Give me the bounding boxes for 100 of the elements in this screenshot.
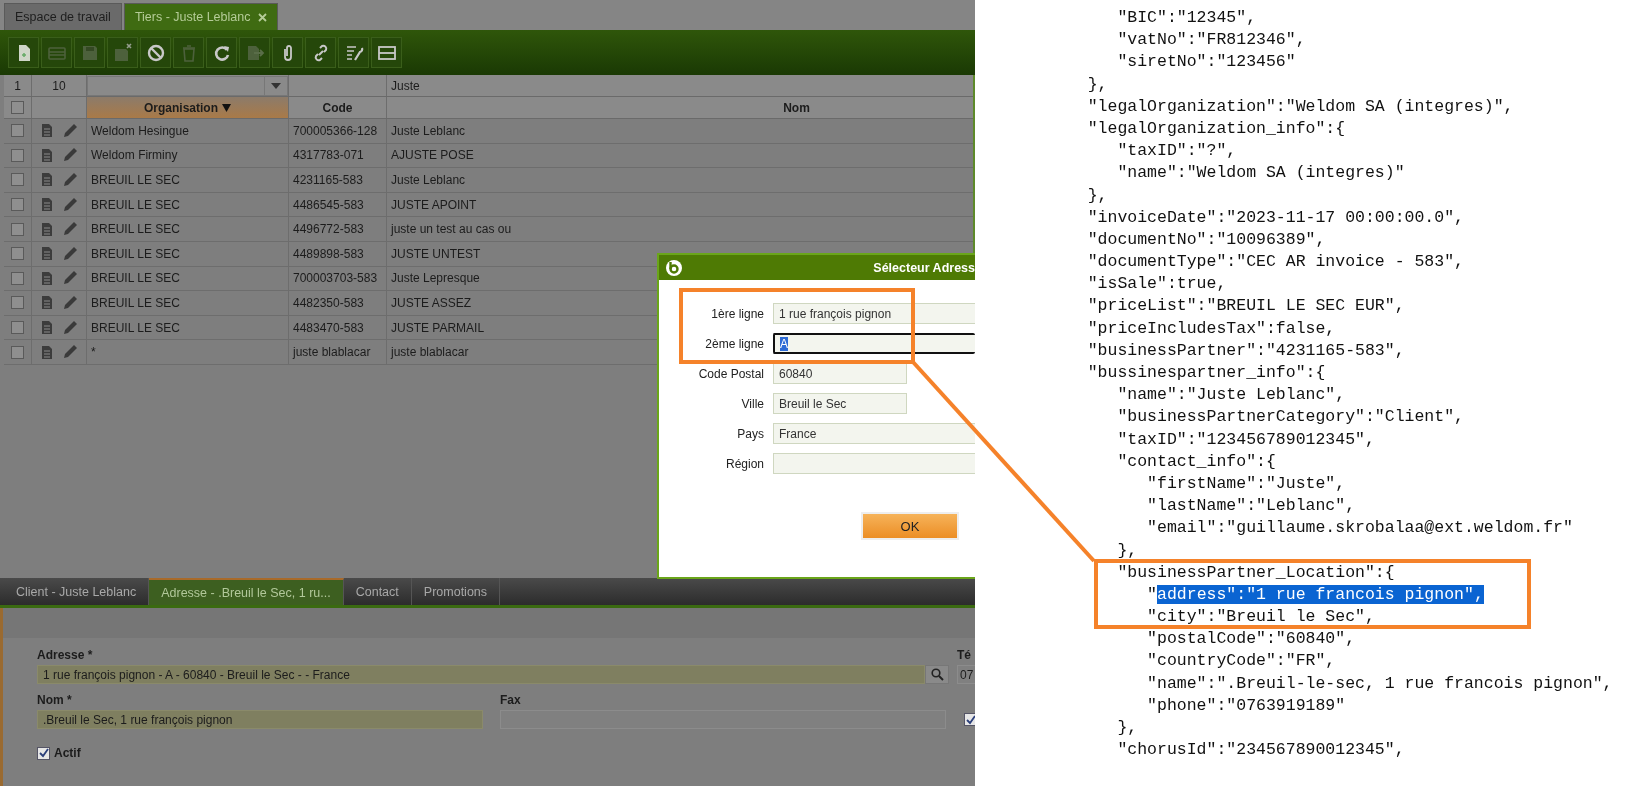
table-cell: * [91, 345, 96, 360]
field-label: Pays [736, 426, 764, 441]
document-icon[interactable] [40, 246, 53, 262]
checkbox[interactable] [11, 321, 24, 335]
code-line: "invoiceDate":"2023-11-17 00:00:00.0", [1086, 206, 1465, 229]
pencil-icon[interactable] [61, 319, 78, 336]
table-cell: 4489898-583 [293, 246, 364, 261]
text-field[interactable]: Breuil le Sec [773, 393, 907, 414]
table-cell: Weldom Firminy [91, 148, 178, 163]
toolbar-button[interactable] [140, 37, 171, 68]
table-cell: 4482350-583 [293, 295, 364, 310]
checkbox[interactable] [11, 198, 24, 212]
code-line: "firstName":"Juste", [1146, 472, 1347, 495]
checkbox[interactable] [11, 271, 24, 285]
toolbar-button[interactable] [272, 37, 303, 68]
checkbox-label: Actif [54, 746, 81, 760]
search-button[interactable] [925, 665, 949, 684]
code-line: "postalCode":"60840", [1146, 628, 1357, 651]
table-cell: BREUIL LE SEC [91, 173, 180, 187]
filter-field[interactable]: Juste [391, 78, 420, 93]
checkbox[interactable] [11, 148, 24, 162]
pencil-icon[interactable] [61, 147, 78, 164]
document-icon[interactable] [40, 344, 53, 360]
logo-icon [665, 258, 683, 277]
no-entry-icon [145, 42, 166, 63]
code-line: "vatNo":"FR812346", [1116, 29, 1307, 52]
checkbox[interactable] [11, 124, 24, 138]
pencil-icon[interactable] [61, 196, 78, 213]
document-icon[interactable] [40, 123, 53, 139]
code-line: "businessPartner":"4231165-583", [1086, 339, 1406, 362]
ok-button[interactable]: OK [861, 512, 959, 540]
table-cell: BREUIL LE SEC [91, 295, 180, 310]
text-field[interactable]: 60840 [773, 363, 907, 384]
document-icon[interactable] [40, 172, 53, 188]
table-cell: Weldom Hesingue [91, 123, 189, 138]
tab[interactable]: Promotions [411, 578, 501, 605]
text-field[interactable]: A [773, 333, 975, 354]
document-icon[interactable] [40, 221, 53, 237]
code-line: "bussinespartner_info":{ [1086, 362, 1327, 384]
code-line: "siretNo":"123456" [1116, 51, 1297, 74]
table-cell: juste blablacar [391, 345, 469, 360]
tab[interactable]: Adresse - .Breuil le Sec, 1 ru... [149, 578, 344, 605]
checkbox[interactable] [11, 101, 24, 114]
document-icon[interactable] [40, 295, 53, 311]
text-field[interactable] [773, 453, 975, 474]
field-label: Ville [740, 396, 764, 411]
code-line: "city":"Breuil le Sec", [1146, 606, 1376, 629]
table-cell: 4231165-583 [293, 173, 363, 187]
pencil-icon[interactable] [61, 270, 78, 287]
dialog-title: Sélecteur Adress [873, 260, 975, 275]
sort-icon [222, 103, 231, 112]
field-label: 2ème ligne [704, 336, 764, 351]
text-field[interactable]: 1 rue françois pignon [773, 303, 975, 324]
pencil-icon[interactable] [61, 122, 78, 139]
table-cell: 4483470-583 [293, 320, 364, 335]
document-icon[interactable] [40, 270, 53, 286]
code-line: "taxID":"123456789012345", [1116, 428, 1376, 451]
code-line: "taxID":"?", [1116, 140, 1238, 163]
document-icon[interactable] [40, 147, 53, 163]
code-line: "email":"guillaume.skrobalaa@ext.weldom.fr" [1146, 517, 1574, 540]
table-cell: 700005366-128 [293, 123, 378, 138]
checkbox[interactable] [11, 296, 24, 310]
table-cell: JUSTE APOINT [391, 197, 477, 212]
document-icon[interactable] [40, 197, 53, 213]
toolbar-button[interactable] [206, 37, 237, 68]
tab[interactable]: Espace de travail [4, 3, 122, 30]
code-line: "contact_info":{ [1116, 450, 1277, 473]
checkbox[interactable] [11, 345, 24, 359]
checkbox[interactable] [37, 746, 50, 760]
address-field[interactable]: 1 rue françois pignon - A - 60840 - Breuil le Sec - - France [37, 665, 925, 684]
column-header[interactable]: Code [289, 97, 387, 118]
pencil-icon[interactable] [61, 245, 78, 262]
table-cell: JUSTE PARMAIL [391, 320, 485, 335]
code-line: "documentType":"CEC AR invoice - 583", [1086, 251, 1465, 274]
code-line: "name":"Weldom SA (integres)" [1116, 162, 1406, 185]
pencil-icon[interactable] [61, 344, 78, 361]
tab[interactable]: Tiers - Juste Leblanc [123, 3, 279, 30]
field-label: Code Postal [697, 366, 764, 381]
close-icon[interactable] [258, 12, 268, 22]
tab[interactable]: Contact [343, 578, 412, 605]
toolbar-button[interactable] [305, 37, 336, 68]
checkbox[interactable] [11, 173, 24, 187]
table-cell: 4486545-583 [293, 197, 364, 212]
toolbar-button[interactable] [338, 37, 369, 68]
document-icon[interactable] [40, 320, 53, 336]
column-header[interactable]: Organisation [87, 97, 289, 118]
code-line: "BIC":"12345", [1116, 7, 1258, 29]
checkbox[interactable] [11, 247, 24, 261]
pencil-icon[interactable] [61, 172, 78, 188]
toolbar-button[interactable] [371, 37, 402, 68]
code-line: "chorusId":"234567890012345", [1116, 739, 1406, 762]
name-field[interactable]: .Breuil le Sec, 1 rue françois pignon [37, 710, 483, 729]
toolbar-button[interactable] [8, 37, 39, 68]
table-cell: BREUIL LE SEC [91, 271, 180, 286]
pencil-icon[interactable] [61, 294, 78, 311]
text-field[interactable]: France [773, 423, 975, 444]
field-label: Nom * [37, 693, 73, 707]
pencil-icon[interactable] [61, 221, 78, 238]
checkbox[interactable] [11, 222, 24, 236]
phone-field[interactable]: 07 [957, 665, 975, 684]
